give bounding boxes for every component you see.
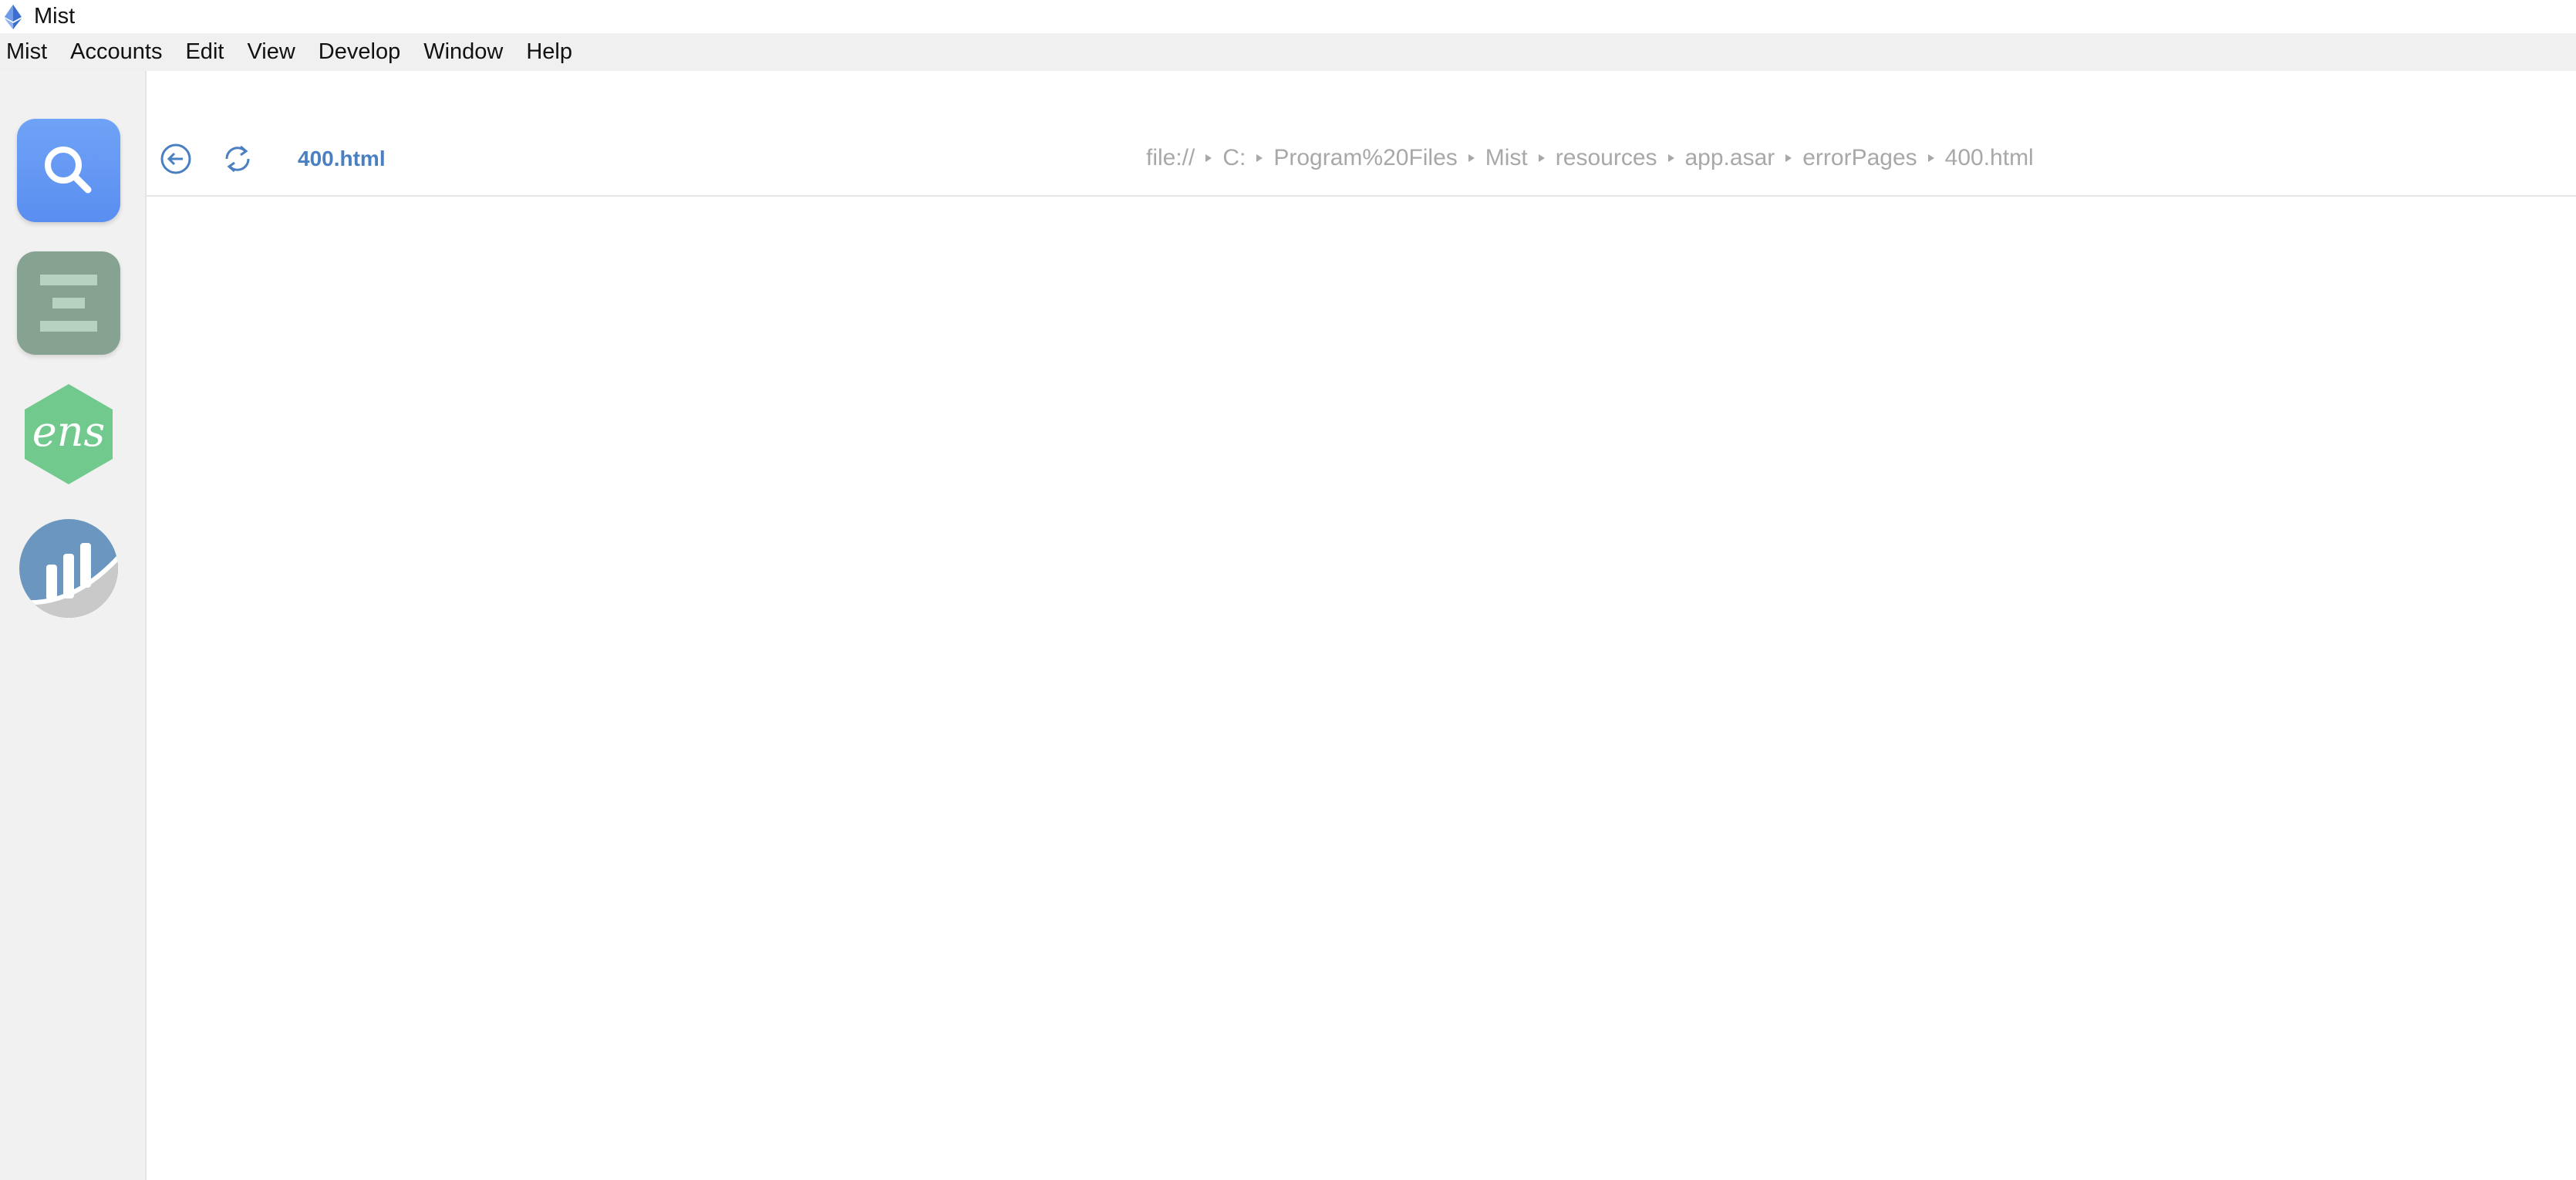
menu-help[interactable]: Help [514,33,584,71]
stats-dapp-tile[interactable] [17,517,120,620]
breadcrumb-item: app.asar [1684,145,1775,170]
url-bar: 400.html file:// C: Program%20Files Mist… [147,71,2576,197]
breadcrumb[interactable]: file:// C: Program%20Files Mist resource… [1146,145,2034,171]
breadcrumb-separator-icon [1468,154,1475,162]
browser-dapp-tile[interactable] [17,119,120,222]
breadcrumb-separator-icon [1785,154,1792,162]
breadcrumb-item: C: [1222,145,1246,170]
stats-icon [19,519,118,618]
breadcrumb-item: errorPages [1802,145,1917,170]
menu-accounts[interactable]: Accounts [59,33,174,71]
dapp-sidebar: ens [0,71,147,1180]
breadcrumb-separator-icon [1927,154,1934,162]
back-arrow-icon[interactable] [159,142,193,176]
wallet-icon [40,275,97,332]
breadcrumb-item: file:// [1146,145,1195,170]
search-icon [45,147,92,194]
title-bar: Mist [0,0,2576,33]
menu-develop[interactable]: Develop [307,33,412,71]
menu-view[interactable]: View [235,33,306,71]
reload-icon[interactable] [221,142,255,176]
ens-dapp-tile[interactable]: ens [17,383,120,486]
breadcrumb-item: 400.html [1944,145,2034,170]
breadcrumb-separator-icon [1256,154,1263,162]
menu-edit[interactable]: Edit [174,33,235,71]
wallet-dapp-tile[interactable] [17,251,120,355]
breadcrumb-separator-icon [1205,154,1212,162]
window-title: Mist [34,4,76,29]
page-body [147,198,2576,1180]
browser-content: 400.html file:// C: Program%20Files Mist… [147,71,2576,1180]
breadcrumb-item: Mist [1485,145,1528,170]
breadcrumb-separator-icon [1667,154,1674,162]
breadcrumb-item: Program%20Files [1273,145,1458,170]
breadcrumb-separator-icon [1538,154,1545,162]
breadcrumb-item: resources [1555,145,1657,170]
svg-text:ens: ens [32,407,105,456]
menu-mist[interactable]: Mist [0,33,59,71]
menu-bar: Mist Accounts Edit View Develop Window H… [0,33,2576,71]
ethereum-icon [5,4,22,29]
page-title: 400.html [298,147,386,170]
ens-icon: ens [25,384,113,484]
menu-window[interactable]: Window [412,33,514,71]
